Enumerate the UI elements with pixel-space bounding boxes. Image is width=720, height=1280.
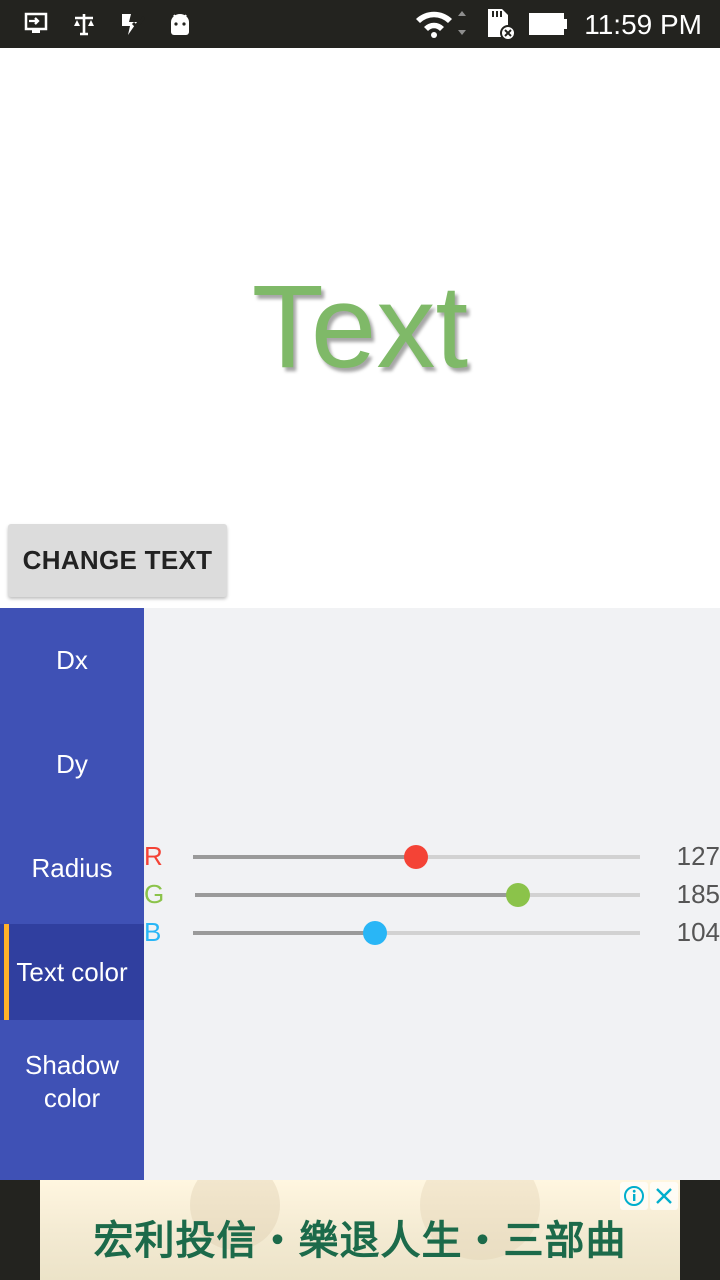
settings-panel: Dx Dy Radius Text color Shadow color R 1… [0,608,720,1180]
tab-dy[interactable]: Dy [0,712,144,816]
green-slider-row: G 185 [144,876,720,914]
check-badge-icon [118,10,146,38]
green-slider[interactable] [195,883,640,907]
tab-dx[interactable]: Dx [0,608,144,712]
scales-icon [70,10,98,38]
green-label: G [144,879,165,909]
tab-label: Text color [16,956,128,987]
red-slider[interactable] [193,845,640,869]
blue-slider-fill [193,931,376,935]
red-slider-thumb[interactable] [403,845,428,869]
blue-label: B [144,917,162,947]
active-tab-indicator [4,924,9,1020]
preview-area: Text [0,48,720,518]
tab-label: Dy [56,748,88,779]
screen-share-icon [22,10,50,38]
green-value: 185 [676,879,720,909]
blue-slider-row: B 104 [144,914,720,952]
battery-icon [528,10,568,38]
red-label: R [144,841,163,871]
preview-text: Text [251,261,469,393]
tab-radius[interactable]: Radius [0,816,144,920]
blue-value: 104 [676,917,720,947]
sd-card-error-icon [482,9,518,41]
tab-shadow-color[interactable]: Shadow color [0,1020,144,1144]
ad-banner[interactable]: 宏利投信・樂退人生・三部曲 [40,1180,680,1280]
red-slider-fill [193,855,416,859]
info-icon[interactable] [620,1182,648,1210]
blue-slider-thumb[interactable] [363,921,388,945]
ad-area: 宏利投信・樂退人生・三部曲 [0,1180,720,1280]
change-text-button[interactable]: CHANGE TEXT [8,524,227,597]
clock: 11:59 PM [584,9,702,40]
status-bar: 11:59 PM [0,0,720,48]
tab-label: Dx [56,644,88,675]
android-icon [166,10,194,38]
tab-label: Shadow color [25,1050,119,1113]
wifi-icon [414,10,470,38]
close-icon[interactable] [650,1182,678,1210]
green-slider-fill [195,893,518,897]
tab-text-color[interactable]: Text color [0,924,144,1020]
red-value: 127 [676,841,720,871]
red-slider-row: R 127 [144,838,720,876]
blue-slider[interactable] [193,921,640,945]
tab-list: Dx Dy Radius Text color Shadow color [0,608,144,1180]
tab-label: Radius [31,852,113,883]
green-slider-thumb[interactable] [505,883,530,907]
ad-text: 宏利投信・樂退人生・三部曲 [93,1218,627,1264]
